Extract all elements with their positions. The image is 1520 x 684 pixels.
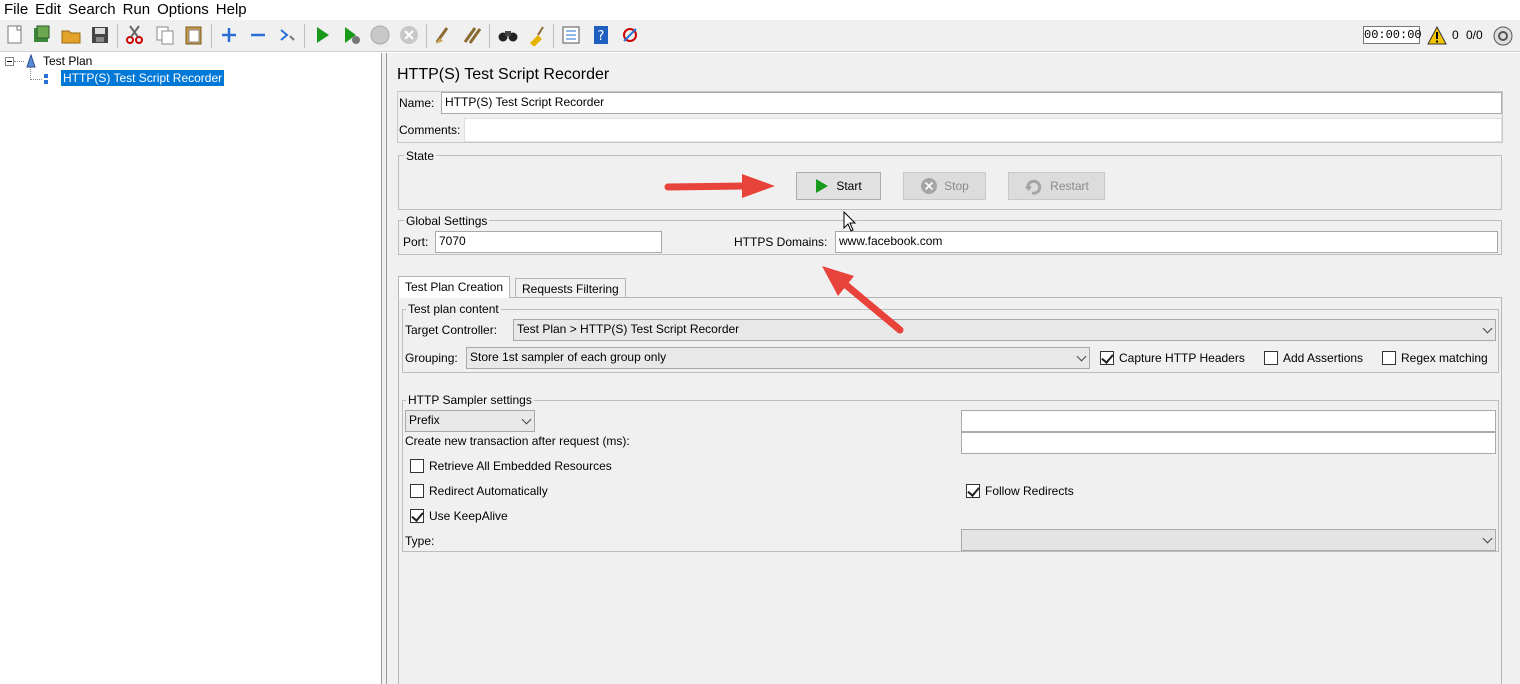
recorder-panel: HTTP(S) Test Script Recorder Name: HTTP(… [387, 53, 1520, 684]
comments-label: Comments: [399, 123, 461, 137]
menu-bar: File Edit Search Run Options Help [0, 0, 1520, 18]
menu-edit[interactable]: Edit [35, 1, 61, 18]
clear-all-icon[interactable] [461, 24, 483, 46]
chevron-down-icon [1482, 323, 1493, 334]
test-plan-content-title: Test plan content [406, 302, 501, 316]
log-viewer-icon[interactable] [1492, 25, 1514, 47]
play-icon [816, 179, 829, 193]
new-file-icon[interactable] [4, 24, 26, 46]
retrieve-resources-checkbox[interactable] [410, 459, 424, 473]
stop-icon [921, 178, 938, 194]
add-assertions-label: Add Assertions [1283, 351, 1364, 365]
search-binoculars-icon[interactable] [497, 24, 519, 46]
copy-icon[interactable] [154, 24, 176, 46]
port-label: Port: [403, 235, 429, 249]
chevron-down-icon [1482, 533, 1493, 544]
test-plan-tree: Test Plan HTTP(S) Test Script Recorder [0, 53, 382, 684]
collapse-icon[interactable] [247, 24, 269, 46]
follow-redirects-checkbox[interactable] [966, 484, 980, 498]
name-label: Name: [399, 96, 435, 110]
panel-title: HTTP(S) Test Script Recorder [397, 66, 610, 83]
tree-item-test-plan[interactable]: Test Plan [43, 54, 92, 68]
menu-file[interactable]: File [4, 1, 28, 18]
https-domains-label: HTTPS Domains: [734, 235, 828, 249]
function-helper-icon[interactable] [560, 24, 582, 46]
collapse-toggle-icon[interactable] [5, 57, 14, 66]
restart-icon [1025, 179, 1042, 195]
menu-search[interactable]: Search [68, 1, 116, 18]
tree-item-recorder[interactable]: HTTP(S) Test Script Recorder [59, 69, 226, 87]
grouping-label: Grouping: [405, 351, 458, 365]
reset-search-icon[interactable] [526, 24, 548, 46]
menu-options[interactable]: Options [157, 1, 209, 18]
warning-icon[interactable] [1427, 26, 1447, 45]
start-icon[interactable] [311, 24, 333, 46]
transaction-field[interactable] [961, 432, 1496, 454]
tab-requests-filtering[interactable]: Requests Filtering [515, 278, 626, 298]
add-assertions-checkbox[interactable] [1264, 351, 1278, 365]
test-plan-icon [26, 54, 36, 68]
retrieve-resources-label: Retrieve All Embedded Resources [429, 459, 612, 473]
elapsed-timer: 00:00:00 [1363, 26, 1422, 44]
restart-button[interactable]: Restart [1008, 172, 1105, 200]
prefix-field[interactable] [961, 410, 1496, 432]
start-no-pauses-icon[interactable] [340, 24, 362, 46]
toggle-icon[interactable] [276, 24, 298, 46]
templates-icon[interactable] [31, 24, 53, 46]
tab-test-plan-creation[interactable]: Test Plan Creation [398, 276, 511, 298]
comments-field[interactable] [464, 118, 1502, 142]
state-title: State [404, 149, 437, 163]
menu-help[interactable]: Help [216, 1, 247, 18]
keepalive-checkbox[interactable] [410, 509, 424, 523]
stop-icon[interactable] [369, 24, 391, 46]
port-field[interactable]: 7070 [435, 231, 662, 253]
grouping-select[interactable]: Store 1st sampler of each group only [466, 347, 1090, 369]
help-icon[interactable]: ? [590, 24, 612, 46]
prefix-select[interactable]: Prefix [405, 410, 535, 432]
transaction-label: Create new transaction after request (ms… [405, 434, 630, 448]
type-select[interactable] [961, 529, 1496, 551]
name-field[interactable]: HTTP(S) Test Script Recorder [441, 92, 1502, 114]
regex-matching-checkbox[interactable] [1382, 351, 1396, 365]
shutdown-icon[interactable] [398, 24, 420, 46]
svg-text:?: ? [598, 29, 605, 44]
capture-headers-checkbox[interactable] [1100, 351, 1114, 365]
clear-icon[interactable] [432, 24, 454, 46]
target-controller-select[interactable]: Test Plan > HTTP(S) Test Script Recorder [513, 319, 1496, 341]
toolbar: ? 00:00:00 0 0/0 [0, 20, 1520, 52]
save-icon[interactable] [89, 24, 111, 46]
https-domains-field[interactable]: www.facebook.com [835, 231, 1498, 253]
menu-run[interactable]: Run [123, 1, 151, 18]
capture-headers-label: Capture HTTP Headers [1119, 351, 1245, 365]
thread-count: 0/0 [1466, 28, 1483, 42]
stop-button[interactable]: Stop [903, 172, 986, 200]
follow-redirects-label: Follow Redirects [985, 484, 1074, 498]
chevron-down-icon [1076, 351, 1087, 362]
http-sampler-title: HTTP Sampler settings [406, 393, 534, 407]
global-settings-title: Global Settings [404, 214, 490, 228]
warning-count: 0 [1452, 28, 1459, 42]
keepalive-label: Use KeepAlive [429, 509, 508, 523]
remote-icon[interactable] [619, 24, 641, 46]
redirect-auto-label: Redirect Automatically [429, 484, 548, 498]
expand-icon[interactable] [218, 24, 240, 46]
recorder-icon [44, 74, 48, 84]
type-label: Type: [405, 534, 435, 548]
chevron-down-icon [521, 414, 532, 425]
target-controller-label: Target Controller: [405, 323, 498, 337]
regex-matching-label: Regex matching [1401, 351, 1488, 365]
open-icon[interactable] [60, 24, 82, 46]
paste-icon[interactable] [183, 24, 205, 46]
start-button[interactable]: Start [796, 172, 881, 200]
cut-icon[interactable] [124, 24, 146, 46]
redirect-auto-checkbox[interactable] [410, 484, 424, 498]
